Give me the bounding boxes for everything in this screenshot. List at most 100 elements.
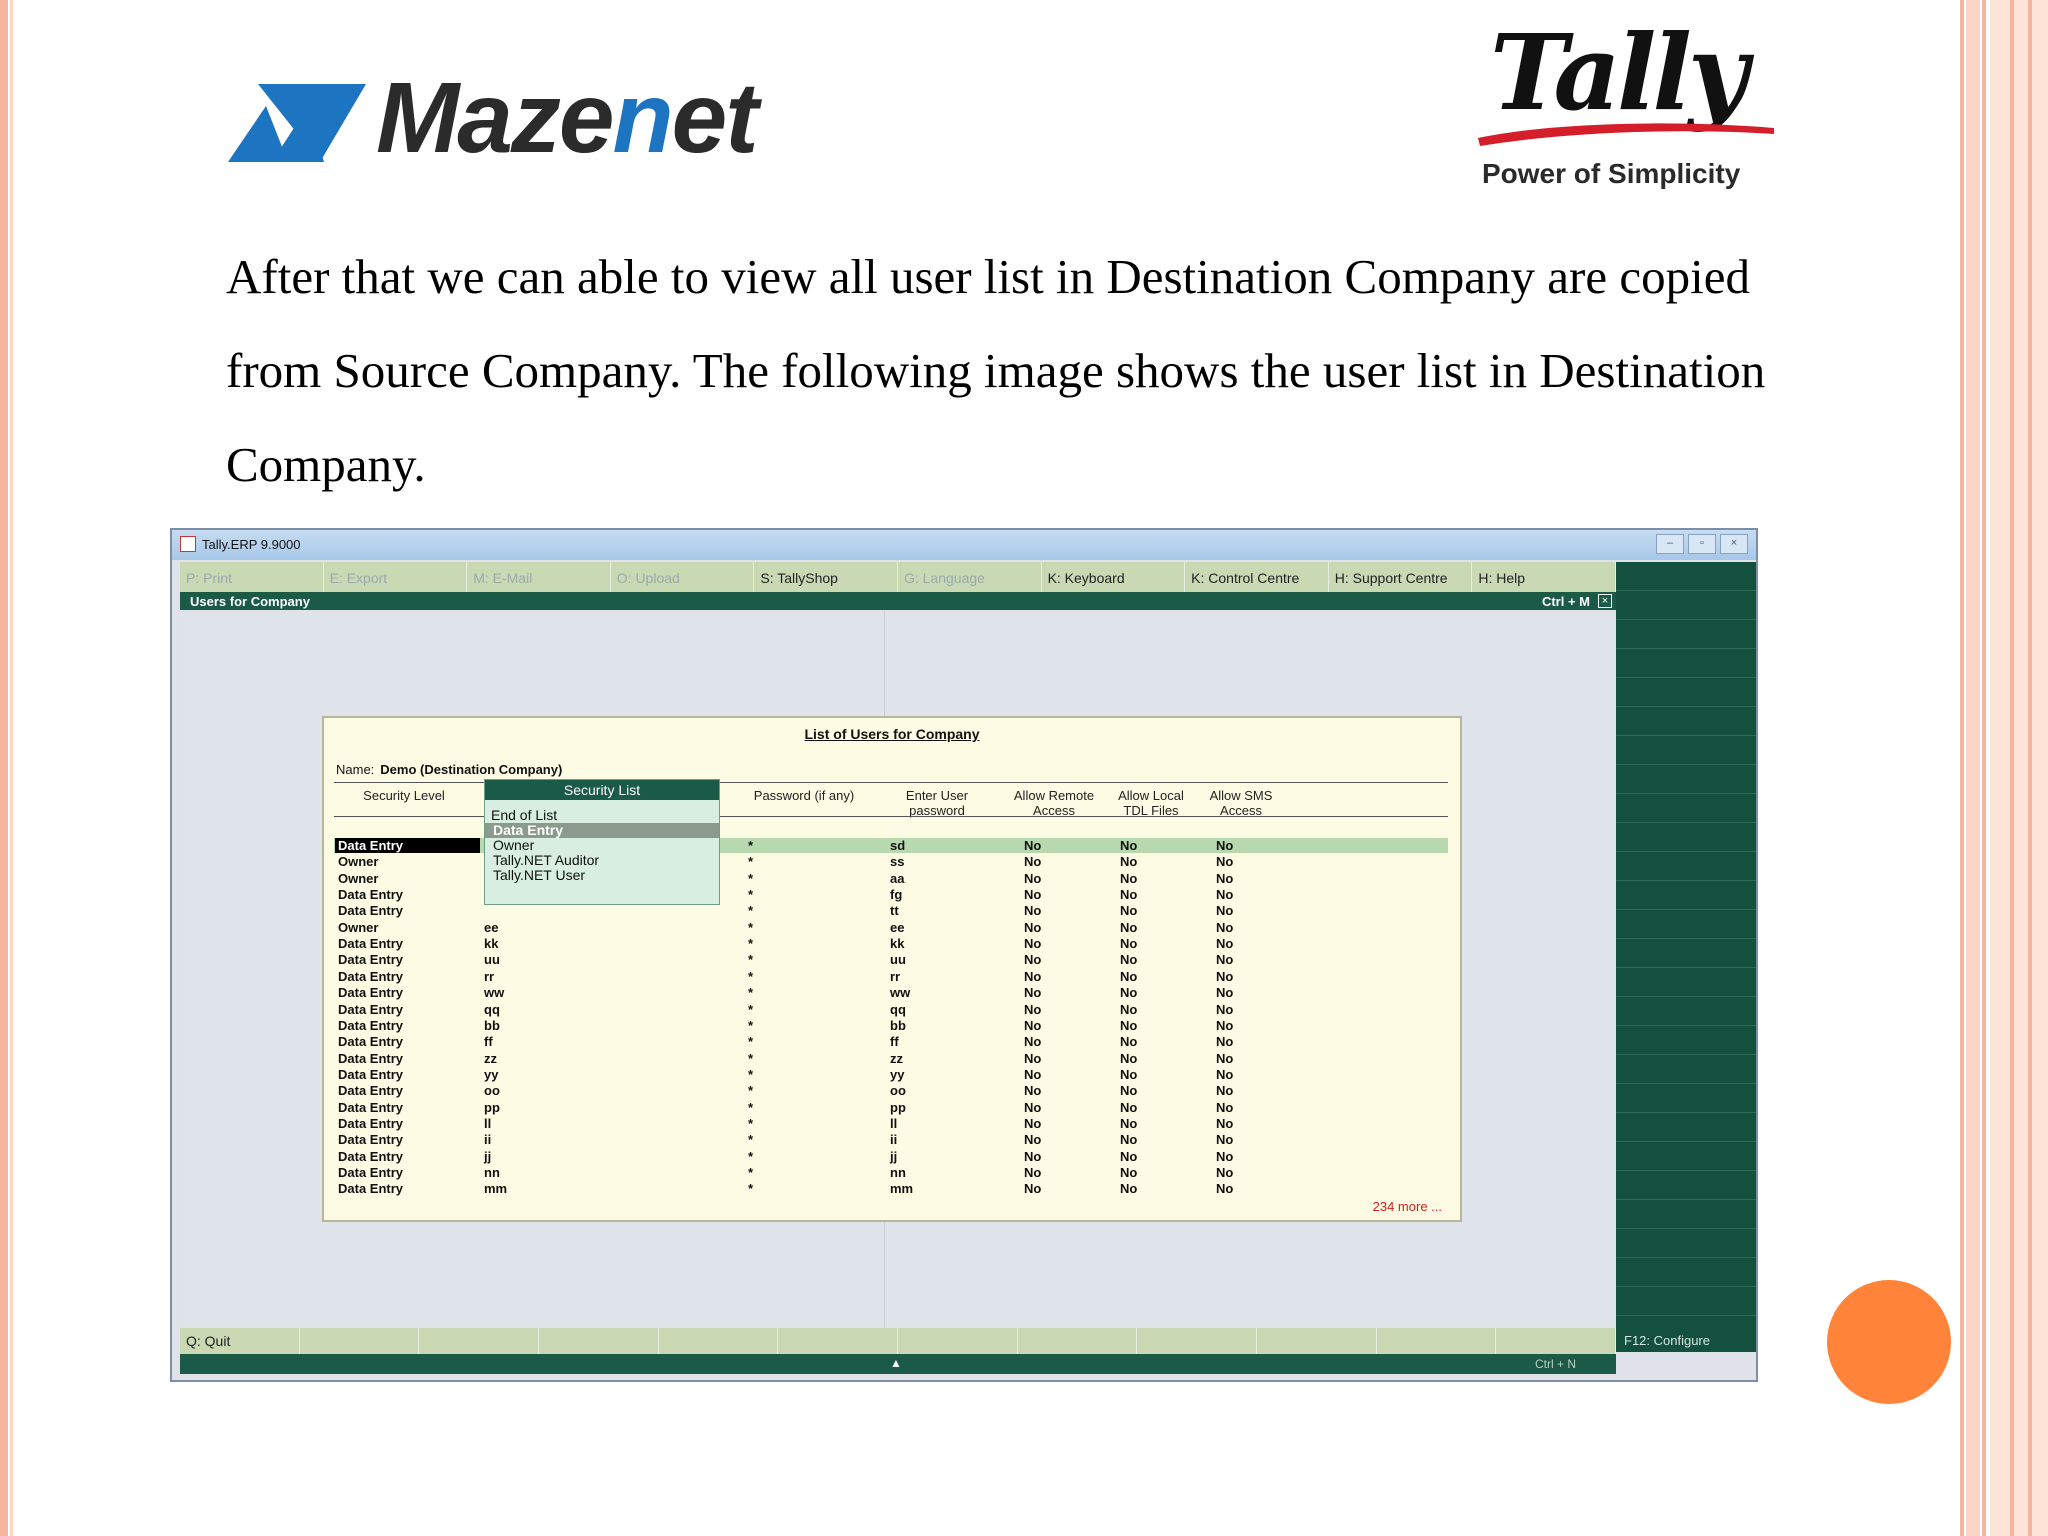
cell-security-level[interactable]: Data Entry (338, 1083, 403, 1098)
cell-security-level[interactable]: Data Entry (338, 903, 403, 918)
bottom-button-empty[interactable] (1377, 1328, 1497, 1354)
side-button-empty[interactable] (1616, 562, 1756, 591)
menu-item[interactable]: H: Support Centre (1329, 562, 1473, 592)
cell-security-level[interactable]: Data Entry (338, 1116, 403, 1131)
configure-button[interactable]: F12: Configure (1624, 1333, 1710, 1348)
side-button-empty[interactable] (1616, 1026, 1756, 1055)
side-button-empty[interactable] (1616, 620, 1756, 649)
bottom-button-empty[interactable] (898, 1328, 1018, 1354)
cell-security-level[interactable]: Owner (338, 871, 378, 886)
menu-item[interactable]: M: E-Mail (467, 562, 611, 592)
side-button-empty[interactable] (1616, 707, 1756, 736)
menu-item[interactable]: K: Control Centre (1185, 562, 1329, 592)
table-row[interactable]: Data Entry yy * yy No No No (324, 1067, 1460, 1083)
bottom-button-empty[interactable] (659, 1328, 779, 1354)
cell-security-level[interactable]: Data Entry (338, 1051, 403, 1066)
scroll-up-icon[interactable]: ▲ (890, 1356, 902, 1370)
menu-item[interactable]: E: Export (324, 562, 468, 592)
cell-security-level[interactable]: Data Entry (338, 1181, 403, 1196)
maximize-icon[interactable]: ▫ (1688, 534, 1716, 554)
table-row[interactable]: Data Entry nn * nn No No No (324, 1165, 1460, 1181)
cell-security-level[interactable]: Data Entry (338, 1132, 403, 1147)
bottom-button-empty[interactable] (1257, 1328, 1377, 1354)
bottom-button-empty[interactable] (419, 1328, 540, 1354)
side-button-empty[interactable] (1616, 939, 1756, 968)
bottom-button-empty[interactable] (300, 1328, 420, 1354)
side-button-empty[interactable] (1616, 1084, 1756, 1113)
cell-security-level[interactable]: Owner (338, 854, 378, 869)
table-row[interactable]: Data Entry uu * uu No No No (324, 952, 1460, 968)
bottom-button-empty[interactable] (1496, 1328, 1617, 1354)
table-row[interactable]: Data Entry oo * oo No No No (324, 1083, 1460, 1099)
menu-item[interactable]: O: Upload (611, 562, 755, 592)
cell-security-level[interactable]: Data Entry (338, 936, 403, 951)
table-row[interactable]: Data Entry ff * ff No No No (324, 1034, 1460, 1050)
side-button-empty[interactable] (1616, 1200, 1756, 1229)
side-button-empty[interactable] (1616, 1258, 1756, 1287)
table-row[interactable]: Data Entry bb * bb No No No (324, 1018, 1460, 1034)
cell-security-level[interactable]: Data Entry (338, 1100, 403, 1115)
security-list-item[interactable]: Owner (485, 838, 719, 853)
menu-item[interactable]: P: Print (180, 562, 324, 592)
table-row[interactable]: Data Entry qq * qq No No No (324, 1002, 1460, 1018)
table-row[interactable]: Data Entry pp * pp No No No (324, 1100, 1460, 1116)
more-indicator[interactable]: 234 more ... (1373, 1199, 1442, 1214)
cell-security-level[interactable]: Data Entry (338, 1149, 403, 1164)
cell-security-level[interactable]: Data Entry (338, 1034, 403, 1049)
menu-item[interactable]: S: TallyShop (754, 562, 898, 592)
cell-security-level[interactable]: Data Entry (338, 887, 403, 902)
side-button-empty[interactable] (1616, 649, 1756, 678)
quit-button[interactable]: Q: Quit (180, 1328, 300, 1354)
bottom-button-empty[interactable] (1137, 1328, 1258, 1354)
side-button-empty[interactable] (1616, 736, 1756, 765)
side-button-empty[interactable] (1616, 794, 1756, 823)
table-row[interactable]: Data Entry mm * mm No No No (324, 1181, 1460, 1197)
security-list-item[interactable]: Data Entry (485, 823, 719, 838)
side-button-empty[interactable] (1616, 1142, 1756, 1171)
side-button-empty[interactable] (1616, 1055, 1756, 1084)
bottom-button-empty[interactable] (778, 1328, 899, 1354)
side-button-empty[interactable] (1616, 591, 1756, 620)
side-button-empty[interactable] (1616, 852, 1756, 881)
cell-security-level[interactable]: Data Entry (338, 969, 403, 984)
security-list-item[interactable]: Tally.NET User (485, 868, 719, 883)
side-button-empty[interactable] (1616, 997, 1756, 1026)
minimize-icon[interactable]: – (1656, 534, 1684, 554)
cell-security-level[interactable]: Data Entry (338, 1165, 403, 1180)
side-button-empty[interactable] (1616, 1113, 1756, 1142)
cell-security-level[interactable]: Data Entry (338, 985, 403, 1000)
side-button-empty[interactable] (1616, 765, 1756, 794)
table-row[interactable]: Data Entry ii * ii No No No (324, 1132, 1460, 1148)
side-button-empty[interactable] (1616, 968, 1756, 997)
side-button-empty[interactable] (1616, 823, 1756, 852)
security-list-item[interactable]: Tally.NET Auditor (485, 853, 719, 868)
side-button-empty[interactable] (1616, 1287, 1756, 1316)
cell-security-level[interactable]: Owner (338, 920, 378, 935)
close-screen-icon[interactable]: × (1598, 594, 1612, 608)
table-row[interactable]: Data Entry ww * ww No No No (324, 985, 1460, 1001)
side-button-empty[interactable] (1616, 910, 1756, 939)
side-button-empty[interactable] (1616, 1171, 1756, 1200)
cell-security-level[interactable]: Data Entry (338, 1002, 403, 1017)
table-row[interactable]: Data Entry kk * kk No No No (324, 936, 1460, 952)
cell-security-level[interactable]: Data Entry (335, 838, 480, 853)
table-row[interactable]: Data Entry rr * rr No No No (324, 969, 1460, 985)
side-button-empty[interactable] (1616, 678, 1756, 707)
close-icon[interactable]: × (1720, 534, 1748, 554)
menu-item[interactable]: K: Keyboard (1042, 562, 1186, 592)
table-row[interactable]: Data Entry jj * jj No No No (324, 1149, 1460, 1165)
table-row[interactable]: Owner ee * ee No No No (324, 920, 1460, 936)
table-row[interactable]: Data Entry * tt No No No (324, 903, 1460, 919)
side-button-empty[interactable] (1616, 881, 1756, 910)
security-list-item[interactable]: End of List (485, 808, 719, 823)
cell-security-level[interactable]: Data Entry (338, 1067, 403, 1082)
side-button-empty[interactable] (1616, 1229, 1756, 1258)
bottom-button-empty[interactable] (1018, 1328, 1138, 1354)
menu-item[interactable]: H: Help (1472, 562, 1616, 592)
menu-item[interactable]: G: Language (898, 562, 1042, 592)
table-row[interactable]: Data Entry ll * ll No No No (324, 1116, 1460, 1132)
table-row[interactable]: Data Entry zz * zz No No No (324, 1051, 1460, 1067)
cell-security-level[interactable]: Data Entry (338, 1018, 403, 1033)
cell-security-level[interactable]: Data Entry (338, 952, 403, 967)
bottom-button-empty[interactable] (539, 1328, 659, 1354)
